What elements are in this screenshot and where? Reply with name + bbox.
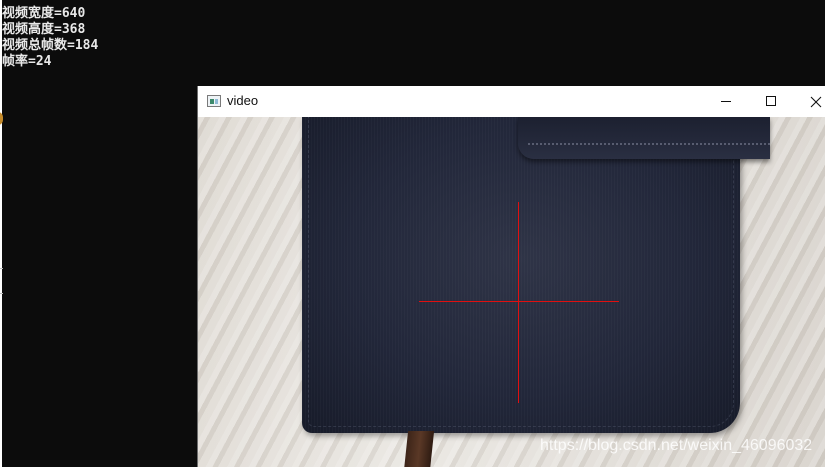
console-line-height: 视频高度=368 xyxy=(2,22,86,37)
console-line-fps: 帧率=24 xyxy=(2,54,52,69)
console-line-frame-count: 视频总帧数=184 xyxy=(2,38,99,53)
notebook-clasp-flap xyxy=(518,117,770,159)
video-frame: https://blog.csdn.net/weixin_46096032 xyxy=(198,117,825,467)
maximize-icon xyxy=(766,96,776,106)
close-button[interactable] xyxy=(794,86,825,117)
crosshair-vertical xyxy=(518,202,519,403)
maximize-button[interactable] xyxy=(748,86,794,117)
console-output: 视频宽度=640 视频高度=368 视频总帧数=184 帧率=24 xyxy=(2,6,98,70)
crosshair-horizontal xyxy=(419,301,619,302)
title-bar[interactable]: video xyxy=(198,86,825,117)
desktop: 视频宽度=640 视频高度=368 视频总帧数=184 帧率=24 video xyxy=(0,0,825,467)
notebook-image xyxy=(302,117,740,433)
bookmark-ribbon xyxy=(403,431,435,467)
video-window[interactable]: video https://blog.csdn.net/weixin_46096… xyxy=(198,86,825,467)
minimize-icon xyxy=(721,101,731,102)
window-title: video xyxy=(227,93,259,108)
minimize-button[interactable] xyxy=(702,86,748,117)
watermark-text: https://blog.csdn.net/weixin_46096032 xyxy=(540,437,813,454)
opencv-window-icon xyxy=(207,95,221,107)
console-scroll-tick xyxy=(0,268,3,294)
notebook-stitching xyxy=(308,117,734,427)
close-icon xyxy=(810,96,822,108)
console-line-width: 视频宽度=640 xyxy=(2,6,86,21)
